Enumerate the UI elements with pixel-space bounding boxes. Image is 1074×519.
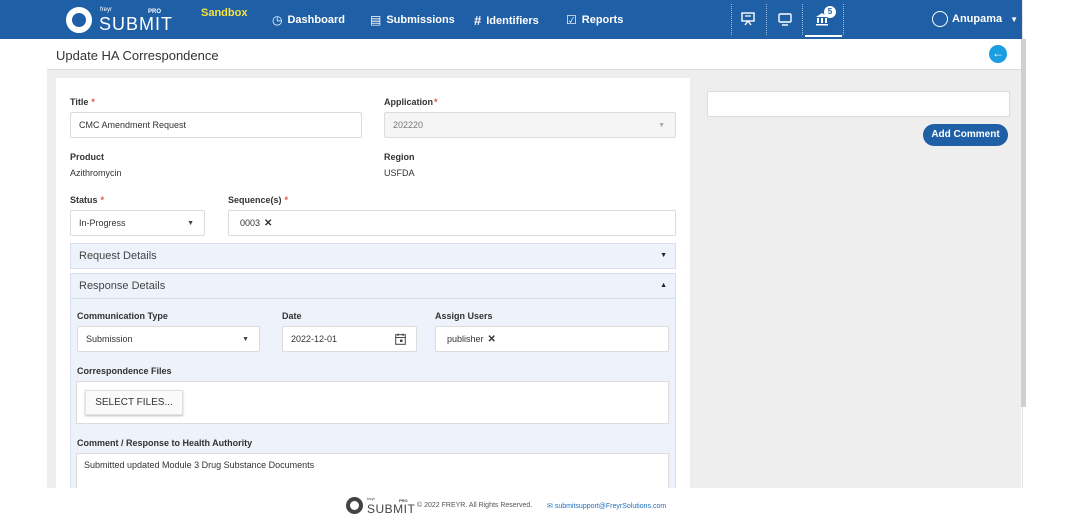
response-details-accordion[interactable]: Response Details ▲: [70, 273, 676, 299]
clipboard-check-icon: ☑: [566, 13, 577, 27]
user-chip: publisher ✕: [447, 333, 496, 345]
status-label: Status *: [70, 195, 105, 205]
user-menu[interactable]: Anupama ▼: [932, 11, 1018, 27]
presentation-icon[interactable]: [739, 11, 757, 27]
clock-icon: ◷: [272, 13, 283, 27]
page-title: Update HA Correspondence: [56, 48, 219, 63]
support-email-link[interactable]: ✉ submitsupport@FreyrSolutions.com: [547, 502, 666, 510]
footer-pro-text: PRO: [399, 498, 408, 503]
correspondence-files-label: Correspondence Files: [77, 366, 172, 376]
sequences-label: Sequence(s) *: [228, 195, 289, 205]
page-header: Update HA Correspondence ←: [47, 39, 1021, 70]
title-input[interactable]: CMC Amendment Request: [70, 112, 362, 138]
user-avatar-icon: [932, 11, 948, 27]
active-nav-underline: [805, 35, 842, 37]
nav-identifiers-label: Identifiers: [486, 14, 539, 27]
nav-reports[interactable]: ☑ Reports: [566, 13, 623, 27]
footer-submit-text: SUBMIT: [367, 502, 416, 516]
status-select[interactable]: In-Progress ▼: [70, 210, 205, 236]
monitor-icon[interactable]: [776, 11, 794, 27]
sequences-multiselect[interactable]: 0003 ✕: [228, 210, 676, 236]
logo-ring-icon: [346, 497, 363, 514]
communication-type-select[interactable]: Submission ▼: [77, 326, 260, 352]
footer: freyr SUBMIT PRO © 2022 FREYR. All Right…: [0, 488, 1074, 519]
remove-chip-icon[interactable]: ✕: [488, 334, 496, 345]
logo-freyr-text: freyr: [100, 7, 112, 13]
request-details-title: Request Details: [79, 250, 157, 262]
product-label: Product: [70, 152, 105, 162]
nav-submissions[interactable]: ▤ Submissions: [370, 13, 455, 27]
nav-divider: [731, 4, 732, 35]
logo-ring-icon: [66, 7, 92, 33]
response-details-title: Response Details: [79, 280, 166, 292]
sequence-chip: 0003 ✕: [240, 217, 273, 229]
back-arrow-icon[interactable]: ←: [989, 45, 1007, 63]
vertical-scrollbar[interactable]: [1021, 39, 1026, 407]
date-input[interactable]: 2022-12-01: [282, 326, 417, 352]
nav-dashboard[interactable]: ◷ Dashboard: [272, 13, 345, 27]
region-value: USFDA: [384, 168, 415, 178]
right-gutter: [1022, 0, 1074, 488]
product-value: Azithromycin: [70, 168, 122, 178]
top-navbar: freyr SUBMIT PRO Sandbox ◷ Dashboard ▤ S…: [0, 0, 1022, 39]
remove-chip-icon[interactable]: ✕: [264, 218, 272, 229]
footer-freyr-text: freyr: [367, 496, 375, 501]
application-select[interactable]: 202220 ▼: [384, 112, 676, 138]
chevron-up-icon: ▲: [660, 282, 667, 289]
region-label: Region: [384, 152, 415, 162]
nav-reports-label: Reports: [581, 14, 624, 26]
communication-type-label: Communication Type: [77, 311, 168, 321]
add-comment-button[interactable]: Add Comment: [923, 124, 1008, 146]
application-label: Application*: [384, 97, 438, 107]
date-label: Date: [282, 311, 302, 321]
dropdown-arrow-icon: ▼: [242, 336, 249, 343]
dropdown-arrow-icon: ▼: [187, 220, 194, 227]
nav-identifiers[interactable]: # Identifiers: [474, 13, 539, 28]
user-name: Anupama: [952, 13, 1003, 25]
nav-divider: [766, 4, 767, 35]
mail-icon: ✉: [547, 503, 555, 510]
add-comment-input[interactable]: [707, 91, 1010, 117]
select-files-button[interactable]: SELECT FILES...: [85, 390, 183, 415]
assign-users-label: Assign Users: [435, 311, 493, 321]
nav-submissions-label: Submissions: [386, 14, 455, 26]
calendar-icon[interactable]: [395, 333, 406, 347]
notification-badge: 5: [824, 6, 836, 18]
footer-logo: freyr SUBMIT PRO: [346, 496, 416, 516]
logo-submit-text: SUBMIT: [99, 14, 174, 34]
chevron-down-icon: ▼: [1010, 14, 1019, 24]
nav-divider: [802, 4, 803, 35]
hash-icon: #: [474, 13, 482, 28]
title-label: Title *: [70, 97, 95, 107]
comment-textarea[interactable]: Submitted updated Module 3 Drug Substanc…: [76, 453, 669, 489]
environment-label: Sandbox: [201, 7, 248, 19]
document-icon: ▤: [370, 13, 382, 27]
nav-dashboard-label: Dashboard: [287, 14, 345, 26]
copyright-text: © 2022 FREYR. All Rights Reserved.: [417, 502, 533, 509]
chevron-down-icon: ▼: [660, 252, 667, 259]
comment-label: Comment / Response to Health Authority: [77, 438, 253, 448]
request-details-accordion[interactable]: Request Details ▼: [70, 243, 676, 269]
dropdown-arrow-icon: ▼: [658, 122, 665, 129]
assign-users-multiselect[interactable]: publisher ✕: [435, 326, 669, 352]
submit-logo[interactable]: freyr SUBMIT PRO: [66, 5, 186, 35]
logo-pro-text: PRO: [148, 9, 162, 15]
nav-divider: [843, 4, 844, 35]
